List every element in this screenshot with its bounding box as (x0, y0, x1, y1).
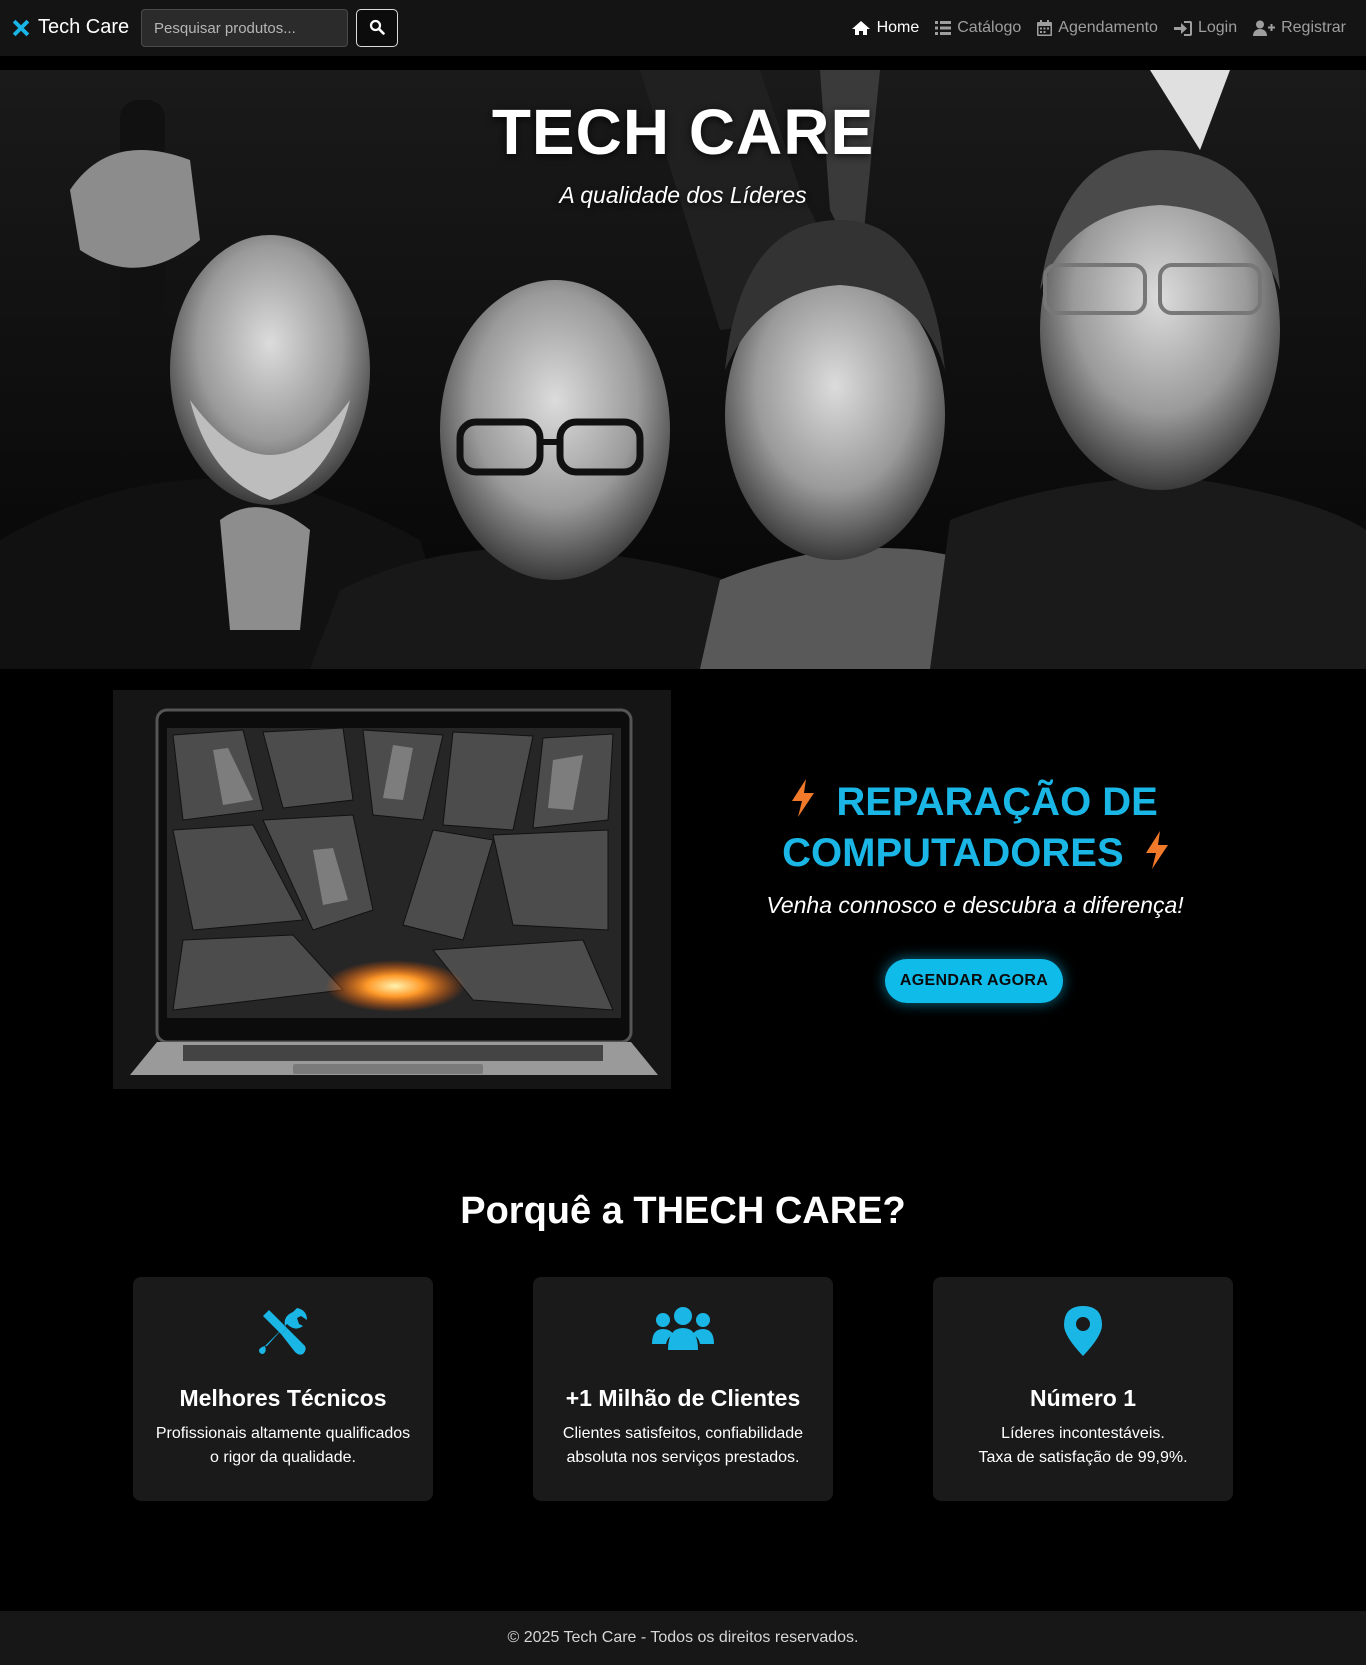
list-icon (935, 21, 952, 35)
feature-card-text: Profissionais altamente qualificados o r… (155, 1425, 411, 1466)
brand-link[interactable]: Tech Care (10, 16, 129, 39)
nav-link-registrar[interactable]: Registrar (1253, 19, 1346, 37)
sign-in-icon (1173, 20, 1192, 36)
search-icon (369, 19, 385, 38)
user-plus-icon (1253, 20, 1276, 36)
footer-copyright: © 2025 Tech Care - Todos os direitos res… (507, 1629, 859, 1646)
nav-link-login[interactable]: Login (1173, 19, 1238, 37)
feature-card-text: Líderes incontestáveis. Taxa de satisfaç… (978, 1425, 1188, 1466)
search-input[interactable] (141, 9, 348, 47)
promo-heading-line1: REPARAÇÃO DE (836, 780, 1158, 824)
feature-card-title: +1 Milhão de Clientes (565, 1385, 801, 1411)
feature-card: Número 1 Líderes incontestáveis. Taxa de… (933, 1277, 1233, 1501)
hero-banner: TECH CARE A qualidade dos Líderes (0, 70, 1366, 669)
feature-card: +1 Milhão de Clientes Clientes satisfeit… (533, 1277, 833, 1501)
feature-card: Melhores Técnicos Profissionais altament… (133, 1277, 433, 1501)
home-icon (851, 20, 871, 36)
nav-links: Home Catálogo Agendamento Login Registra… (851, 0, 1346, 56)
nav-link-agendamento[interactable]: Agendamento (1037, 19, 1158, 37)
nav-link-catalogo[interactable]: Catálogo (935, 19, 1021, 37)
tools-icon (133, 1306, 433, 1358)
schedule-now-button[interactable]: AGENDAR AGORA (885, 959, 1063, 1003)
nav-link-label: Home (876, 19, 920, 36)
promo-tagline: Venha connosco e descubra a diferença! (766, 892, 1184, 918)
brand-name: Tech Care (38, 16, 130, 38)
search-button[interactable] (356, 9, 398, 47)
feature-card-title: Número 1 (1029, 1385, 1137, 1411)
nav-link-label: Login (1197, 19, 1238, 36)
nav-link-label: Registrar (1281, 19, 1346, 36)
map-marker-icon (933, 1306, 1233, 1356)
bolt-icon (792, 779, 815, 829)
nav-link-label: Catálogo (957, 19, 1022, 36)
promo-heading: REPARAÇÃO DE COMPUTADORES (760, 778, 1190, 881)
hero-subtitle: A qualidade dos Líderes (559, 182, 807, 208)
promo-heading-line2: COMPUTADORES (782, 831, 1124, 876)
users-icon (533, 1306, 833, 1350)
bolt-icon (1145, 830, 1168, 881)
tools-icon (10, 17, 32, 39)
feature-card-title: Melhores Técnicos (179, 1385, 387, 1411)
hero-title: TECH CARE (491, 96, 875, 168)
broken-laptop-image (113, 690, 671, 1089)
nav-link-label: Agendamento (1058, 19, 1158, 36)
why-section-title: Porquê a THECH CARE? (460, 1190, 906, 1232)
calendar-icon (1037, 20, 1053, 36)
feature-card-text: Clientes satisfeitos, confiabilidade abs… (562, 1425, 804, 1466)
navbar: Tech Care Home Catálogo Agendamento (0, 0, 1366, 56)
nav-link-home[interactable]: Home (851, 19, 920, 37)
footer: © 2025 Tech Care - Todos os direitos res… (0, 1611, 1366, 1665)
